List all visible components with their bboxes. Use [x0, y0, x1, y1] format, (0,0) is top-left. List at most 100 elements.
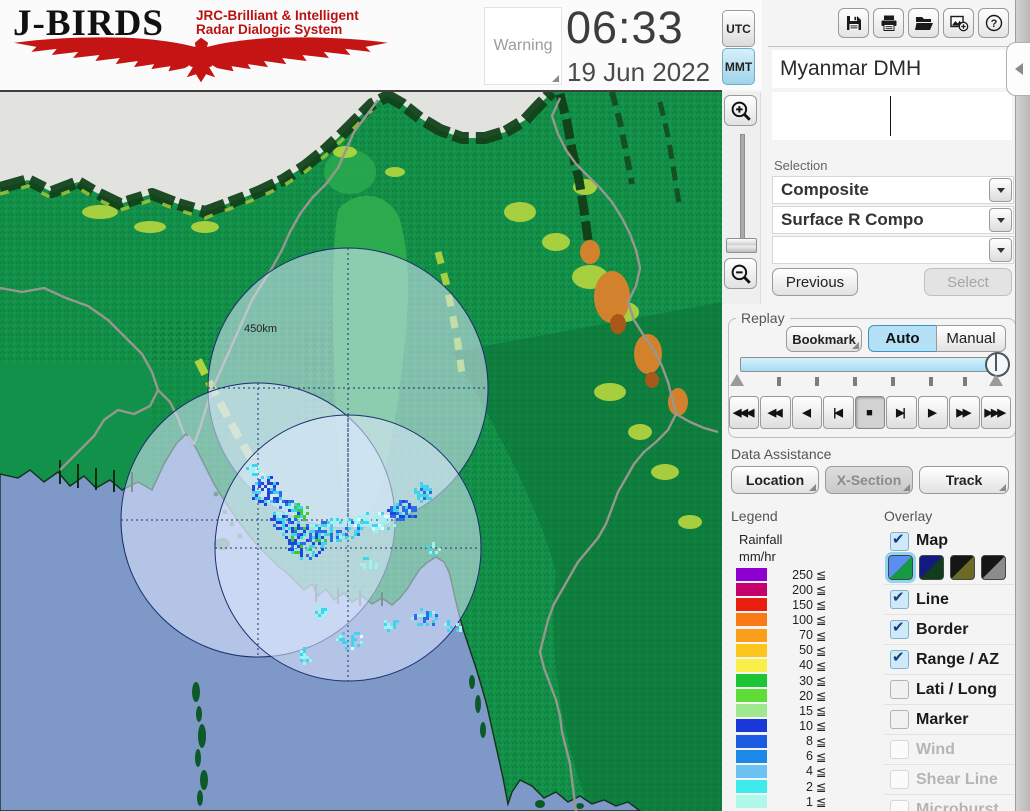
rain-echo-pixel [390, 506, 393, 509]
combo-data-type[interactable]: Composite [772, 176, 1014, 204]
rain-echo-pixel [312, 536, 315, 539]
warning-label: Warning [493, 37, 553, 54]
checkbox[interactable] [890, 588, 909, 609]
map-zoom-controls [722, 92, 761, 304]
rain-echo-pixel [315, 524, 318, 527]
playback-play-backward-button[interactable]: ◀ [791, 396, 823, 429]
checkbox[interactable] [890, 618, 909, 639]
zoom-slider-track[interactable] [740, 134, 745, 240]
location-button[interactable]: Location [731, 466, 819, 494]
rain-echo-pixel [294, 503, 297, 506]
chevron-down-icon[interactable] [989, 208, 1012, 232]
timezone-utc-button[interactable]: UTC [722, 10, 755, 47]
playback-rewind-button[interactable]: ◀◀ [760, 396, 791, 429]
overlay-item-shear-line[interactable]: Shear Line [884, 764, 1014, 794]
slider-end-marker[interactable] [989, 374, 1003, 386]
overlay-item-border[interactable]: Border [884, 614, 1014, 644]
slider-tick [815, 377, 819, 386]
bookmark-button[interactable]: Bookmark [786, 326, 862, 352]
warning-button[interactable]: Warning [484, 7, 562, 85]
previous-button[interactable]: Previous [772, 268, 858, 296]
panel-collapse-tab[interactable] [1006, 42, 1030, 96]
playback-fast-forward-button[interactable]: ▶▶ [949, 396, 980, 429]
replay-manual-button[interactable]: Manual [936, 325, 1006, 352]
rain-echo-pixel [372, 530, 375, 533]
zoom-out-button[interactable] [724, 258, 757, 289]
rain-echo-pixel [354, 530, 357, 533]
save-button[interactable] [838, 8, 869, 38]
overlay-item-lati-long[interactable]: Lati / Long [884, 674, 1014, 704]
rain-echo-pixel [252, 464, 255, 467]
rain-echo-pixel [252, 488, 255, 491]
playback-skip-backward-fast-button[interactable]: ◀◀◀ [729, 396, 760, 429]
map-style-swatch[interactable] [981, 555, 1006, 580]
zoom-in-button[interactable] [724, 95, 757, 126]
replay-auto-button[interactable]: Auto [868, 325, 937, 352]
checkbox[interactable] [890, 680, 909, 699]
overlay-item-microburst[interactable]: Microburst [884, 794, 1014, 811]
playback-stop-button[interactable]: ■ [854, 396, 886, 429]
track-button[interactable]: Track [919, 466, 1009, 494]
capture-add-button[interactable] [943, 8, 974, 38]
timezone-mmt-button[interactable]: MMT [722, 48, 755, 85]
playback-step-forward-button[interactable]: ▶| [886, 396, 917, 429]
map-style-swatch[interactable] [919, 555, 944, 580]
playback-glyph: ▶ [928, 407, 937, 419]
rain-echo-pixel [375, 566, 378, 569]
overlay-item-label: Range / AZ [916, 650, 999, 668]
playback-step-backward-button[interactable]: |◀ [823, 396, 854, 429]
rain-echo-pixel [384, 521, 387, 524]
overlay-item-map[interactable]: Map [884, 529, 1012, 553]
rain-echo-pixel [321, 521, 324, 524]
panel-edge-strip[interactable] [1015, 0, 1030, 811]
zoom-slider-handle[interactable] [726, 238, 757, 253]
checkbox[interactable] [890, 800, 909, 811]
replay-slider-track[interactable] [740, 357, 1008, 372]
playback-glyph: ▶▶▶ [984, 407, 1006, 419]
rain-echo-pixel [450, 626, 453, 629]
checkbox[interactable] [890, 740, 909, 759]
chevron-down-icon[interactable] [989, 238, 1012, 262]
rain-echo-pixel [390, 512, 393, 515]
x-section-button[interactable]: X-Section [825, 466, 913, 494]
checkbox[interactable] [890, 648, 909, 669]
slider-start-marker[interactable] [730, 374, 744, 386]
print-button[interactable] [873, 8, 904, 38]
combo-extra[interactable] [772, 236, 1014, 264]
overlay-item-range-az[interactable]: Range / AZ [884, 644, 1014, 674]
legend-color-swatch [736, 689, 767, 703]
site-name-box[interactable]: Myanmar DMH [772, 50, 1020, 88]
checkbox[interactable] [890, 770, 909, 789]
clock-time: 06:33 [566, 2, 684, 53]
overlay-item-wind[interactable]: Wind [884, 734, 1014, 764]
rain-echo-pixel [303, 662, 306, 665]
rain-echo-pixel [429, 614, 432, 617]
help-button[interactable]: ? [978, 8, 1009, 38]
rain-echo-pixel [456, 623, 459, 626]
map-viewport[interactable]: 450km [0, 87, 722, 811]
checkbox[interactable] [890, 710, 909, 729]
checkbox[interactable] [890, 530, 909, 551]
map-style-swatch[interactable] [950, 555, 975, 580]
open-folder-button[interactable] [908, 8, 939, 38]
rain-echo-pixel [291, 500, 294, 503]
rain-echo-pixel [297, 524, 300, 527]
map-style-swatch[interactable] [885, 552, 916, 583]
rain-echo-pixel [258, 482, 261, 485]
overlay-item-marker[interactable]: Marker [884, 704, 1014, 734]
overlay-item-line[interactable]: Line [884, 584, 1014, 614]
select-button[interactable]: Select [924, 268, 1012, 296]
playback-play-forward-button[interactable]: ▶ [917, 396, 949, 429]
playback-skip-forward-fast-button[interactable]: ▶▶▶ [980, 396, 1011, 429]
rain-echo-pixel [345, 641, 348, 644]
map-style-row [885, 552, 1016, 583]
map-canvas[interactable]: 450km [0, 87, 722, 811]
combo-product[interactable]: Surface R Compo [772, 206, 1014, 234]
collapse-arrow-icon [1015, 63, 1023, 75]
rain-echo-pixel [393, 509, 396, 512]
rain-echo-pixel [300, 536, 303, 539]
chevron-down-icon[interactable] [989, 178, 1012, 202]
rain-echo-pixel [411, 617, 414, 620]
rain-echo-pixel [285, 512, 288, 515]
rain-echo-pixel [321, 524, 324, 527]
